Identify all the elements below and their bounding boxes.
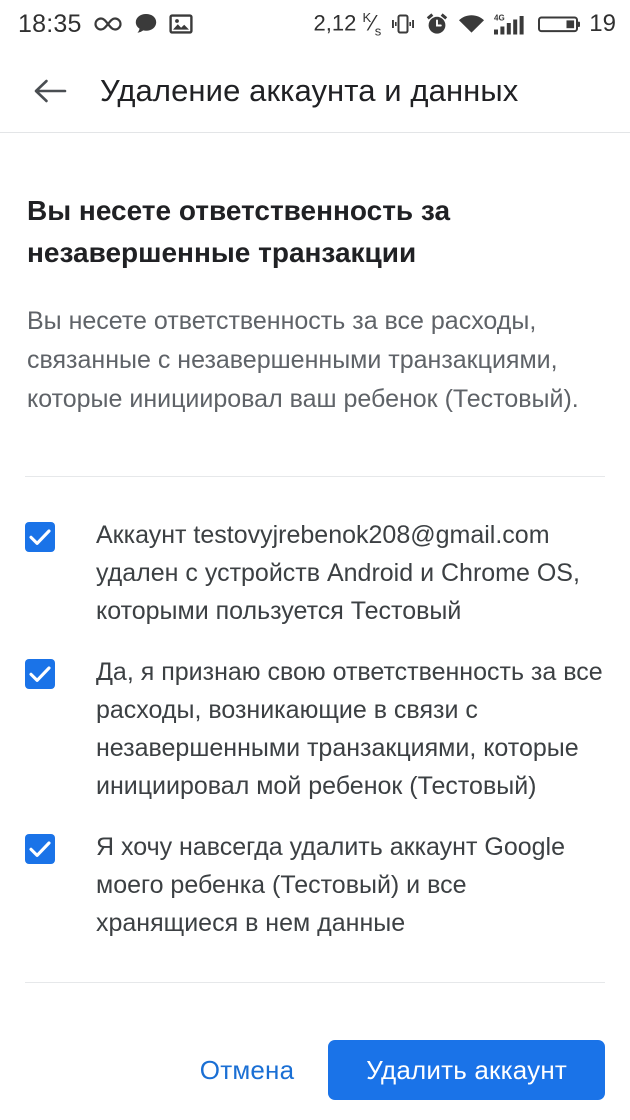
app-bar: Удаление аккаунта и данных [0,48,630,133]
photo-icon [168,12,193,36]
data-rate-unit-bottom: s [374,23,382,39]
signal-4g-icon: 4G [494,12,528,36]
back-button[interactable] [22,63,78,119]
consent-checkbox-list: Аккаунт testovyjrebenok208@gmail.com уда… [0,477,630,942]
main-content: Вы несете ответственность за незавершенн… [0,133,630,983]
consent-checkbox-row-3[interactable]: Я хочу навсегда удалить аккаунт Google м… [25,805,605,942]
battery-icon [537,12,581,36]
phone-screen: 18:35 2,12 K⁄s 4G 19 Удаление аккаунта и… [0,0,630,1120]
consent-checkbox-row-1[interactable]: Аккаунт testovyjrebenok208@gmail.com уда… [25,477,605,630]
consent-checkbox-row-2[interactable]: Да, я признаю свою ответственность за вс… [25,630,605,805]
chat-bubble-icon [134,12,158,36]
status-bar-clock: 18:35 [18,9,82,38]
consent-checkbox-label-3: Я хочу навсегда удалить аккаунт Google м… [96,833,565,937]
vibrate-icon [390,12,416,36]
status-bar-right: 2,12 K⁄s 4G 19 [313,10,616,39]
text-block: Вы несете ответственность за незавершенн… [0,190,630,419]
battery-percent-label: 19 [589,10,616,37]
infinity-icon [93,14,123,34]
consent-checkbox-label-1: Аккаунт testovyjrebenok208@gmail.com уда… [96,521,580,625]
cancel-button[interactable]: Отмена [178,1041,317,1100]
status-bar-left: 18:35 [18,10,193,39]
data-rate-value: 2,12 [313,9,357,35]
wifi-icon [458,13,485,35]
data-rate-unit-top: K [362,9,372,25]
svg-text:4G: 4G [494,14,505,23]
checkbox-checked-icon-3[interactable] [25,834,55,864]
checkbox-checked-icon-1[interactable] [25,522,55,552]
action-bar: Отмена Удалить аккаунт [0,1020,630,1120]
section-headline: Вы несете ответственность за незавершенн… [27,195,451,268]
data-rate-indicator: 2,12 K⁄s [313,9,382,39]
consent-checkbox-label-2: Да, я признаю свою ответственность за вс… [96,658,603,800]
delete-account-button[interactable]: Удалить аккаунт [328,1040,605,1100]
arrow-back-icon [33,77,67,105]
status-bar: 18:35 2,12 K⁄s 4G 19 [0,0,630,48]
page-title: Удаление аккаунта и данных [100,72,519,108]
section-body: Вы несете ответственность за все расходы… [27,307,579,413]
divider-bottom [25,982,605,983]
checkbox-checked-icon-2[interactable] [25,659,55,689]
alarm-icon [425,12,449,36]
